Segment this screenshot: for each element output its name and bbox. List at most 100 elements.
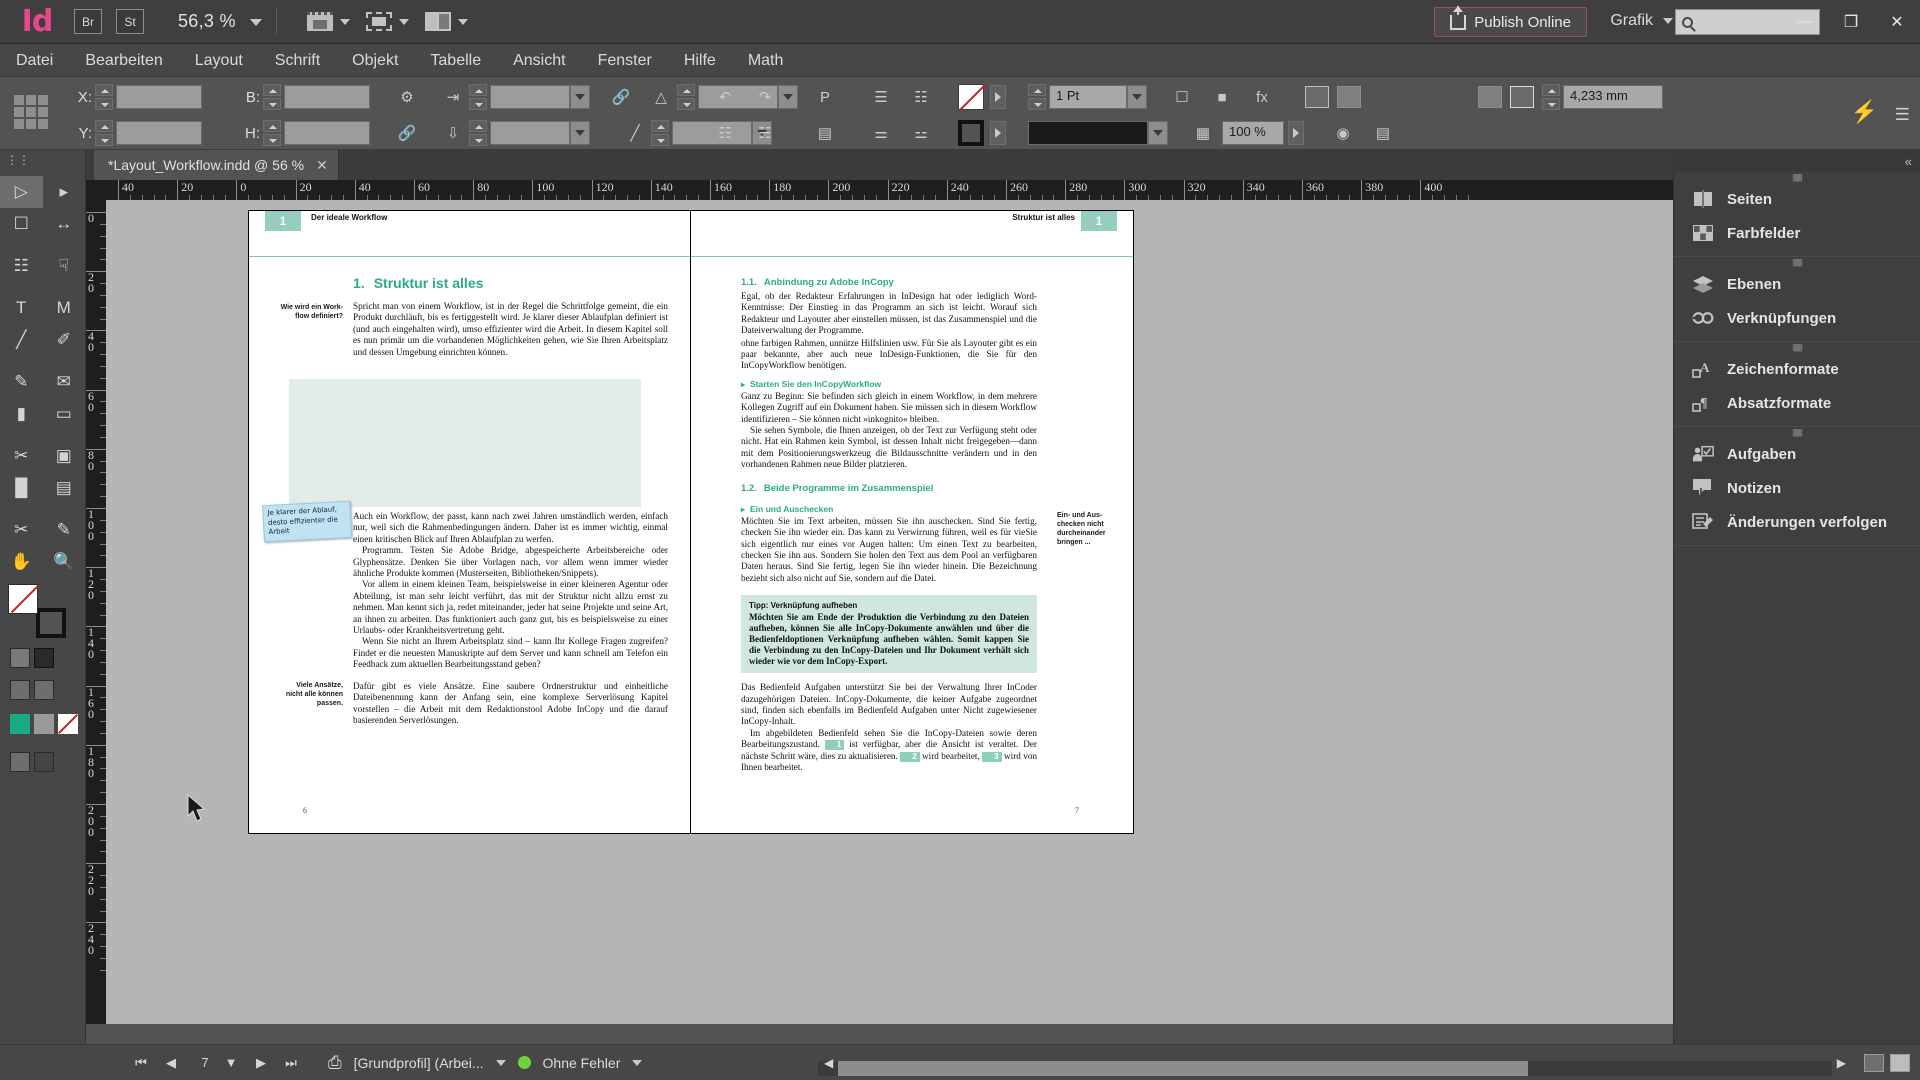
bridge-button[interactable]: Br [74, 9, 102, 34]
swap-fill-stroke-icon[interactable] [34, 680, 54, 700]
zoom-level-value[interactable]: 56,3 % [178, 11, 236, 32]
placed-image-frame[interactable] [289, 379, 641, 507]
preview-view-mode-icon[interactable] [34, 752, 54, 772]
gap-tool[interactable]: ↔ [43, 208, 86, 240]
selection-tool[interactable]: ▷ [0, 176, 43, 208]
distribute-horizontal-icon[interactable]: ⚍ [908, 120, 934, 146]
flip-horizontal-icon[interactable]: ⇥ [440, 84, 466, 110]
formatting-affects-container-icon[interactable] [10, 648, 30, 668]
preflight-profile-label[interactable]: [Grundprofil] (Arbei... [354, 1055, 484, 1071]
stroke-swatch-dropdown[interactable] [990, 85, 1006, 109]
dock-grip[interactable]: ||||||||| [1674, 427, 1920, 437]
horizontal-ruler[interactable]: 4020020406080100120140160180200220240260… [86, 180, 1673, 200]
flip-vertical-icon[interactable]: ⇩ [440, 120, 466, 146]
effects-icon[interactable]: fx [1249, 84, 1275, 110]
fill-color-swatch[interactable] [958, 120, 984, 146]
chain-link-icon[interactable]: 🔗 [394, 120, 420, 146]
normal-view-mode-icon[interactable] [10, 752, 30, 772]
rotate-dropdown[interactable] [570, 85, 590, 109]
link-icon[interactable]: 🔗 [608, 84, 634, 110]
zoom-tool[interactable]: 🔍 [43, 546, 86, 578]
sticky-note[interactable]: Je klarer der Ablauf, desto effizienter … [262, 501, 352, 542]
page-dropdown-icon[interactable]: ▼ [216, 1055, 246, 1070]
fill-swatch-dropdown[interactable] [990, 121, 1006, 145]
scroll-right-icon[interactable]: ▶ [1837, 1056, 1846, 1070]
drop-shadow-icon[interactable]: ■ [1209, 84, 1235, 110]
publish-online-button[interactable]: Publish Online [1434, 7, 1587, 37]
shear-angle-icon[interactable]: ╱ [622, 120, 648, 146]
last-page-icon[interactable]: ⏭ [276, 1055, 306, 1071]
type-tool[interactable]: T [0, 292, 43, 324]
align-bottom-icon[interactable]: ☵ [752, 120, 778, 146]
scale-x-field[interactable] [490, 121, 570, 145]
stroke-style-dropdown[interactable] [1148, 121, 1168, 145]
pen-tool[interactable]: ✐ [43, 324, 86, 356]
document-tab[interactable]: *Layout_Workflow.indd @ 56 % ✕ [94, 150, 339, 180]
chevron-down-icon[interactable] [496, 1060, 506, 1066]
scissors-tool[interactable]: ✂ [0, 440, 43, 472]
rotate-cw-icon[interactable]: ↷ [752, 84, 778, 110]
fill-swatch[interactable] [8, 584, 38, 614]
rotate-field[interactable] [490, 85, 570, 109]
rotate-ccw-icon[interactable]: ↶ [712, 84, 738, 110]
gradient-feather-tool[interactable]: ▤ [43, 472, 86, 504]
scale-y-stepper[interactable] [651, 120, 669, 146]
w-stepper[interactable] [263, 84, 281, 110]
default-fill-stroke-icon[interactable] [10, 680, 30, 700]
panel-ebenen[interactable]: Ebenen [1674, 267, 1920, 301]
y-stepper[interactable] [95, 120, 113, 146]
w-field[interactable] [284, 85, 370, 109]
shear-stepper[interactable] [677, 84, 695, 110]
h-stepper[interactable] [263, 120, 281, 146]
wrap-offset-stepper[interactable] [1542, 84, 1560, 110]
dock-grip[interactable]: ||||||||| [1674, 172, 1920, 182]
content-placer-tool[interactable]: ☟ [43, 250, 86, 282]
panel-aufgaben[interactable]: Aufgaben [1674, 437, 1920, 471]
page-tool[interactable]: ☐ [0, 208, 43, 240]
menu-item-ansicht[interactable]: Ansicht [497, 44, 581, 77]
panel-absatzformate[interactable]: ¶ Absatzformate [1674, 386, 1920, 420]
rotate-stepper[interactable] [469, 84, 487, 110]
opacity-dropdown[interactable] [1288, 121, 1304, 145]
menu-item-tabelle[interactable]: Tabelle [414, 44, 497, 77]
next-page-icon[interactable]: ▶ [246, 1055, 276, 1071]
fill-stroke-indicator[interactable] [8, 584, 70, 640]
wrap-offset-field[interactable]: 4,233 mm [1563, 85, 1663, 109]
preflight-icon[interactable]: ⎙ [328, 1053, 342, 1073]
hand-tool[interactable]: ✋ [0, 546, 43, 578]
reference-point-selector[interactable] [14, 95, 48, 129]
view-split-icon[interactable] [1864, 1054, 1884, 1072]
workspace-switcher[interactable]: Grafik [1610, 12, 1673, 30]
panel-farbfelder[interactable]: Farbfelder [1674, 216, 1920, 250]
corner-options-icon[interactable]: ☐ [1169, 84, 1195, 110]
menu-item-fenster[interactable]: Fenster [582, 44, 668, 77]
panel-aenderungen-verfolgen[interactable]: Änderungen verfolgen [1674, 505, 1920, 539]
apply-color-icon[interactable] [10, 714, 30, 734]
chevron-down-icon[interactable] [340, 19, 350, 25]
type-on-path-tool[interactable]: M [43, 292, 86, 324]
previous-page-icon[interactable]: ◀ [156, 1055, 186, 1071]
transparency-grid-icon[interactable]: ▦ [1190, 120, 1216, 146]
menu-item-objekt[interactable]: Objekt [336, 44, 414, 77]
stroke-style-field[interactable] [1028, 121, 1148, 145]
align-left-icon[interactable] [1305, 86, 1329, 108]
stroke-swatch[interactable] [36, 608, 66, 638]
gradient-swatch-tool[interactable]: █ [0, 472, 43, 504]
close-icon[interactable]: ✕ [316, 157, 328, 174]
align-top-icon[interactable]: ☷ [712, 120, 738, 146]
color-theme-tool[interactable]: ✎ [43, 514, 86, 546]
horizontal-scroll-thumb[interactable] [838, 1061, 1528, 1076]
minimize-button[interactable]: — [1782, 0, 1828, 44]
text-wrap-bounding-icon[interactable] [1510, 86, 1534, 108]
document-canvas[interactable]: 1 Der ideale Workflow 1.Struktur ist all… [106, 200, 1673, 1024]
content-collector-tool[interactable]: ☷ [0, 250, 43, 282]
dock-collapse-button[interactable]: « [1674, 150, 1920, 172]
opacity-field[interactable]: 100 % [1222, 121, 1284, 145]
chevron-down-icon[interactable] [632, 1060, 642, 1066]
stroke-weight-dropdown[interactable] [1127, 85, 1147, 109]
text-wrap-none-icon[interactable] [1478, 86, 1502, 108]
right-page[interactable]: 1 Struktur ist alles 1.1.Anbindung zu Ad… [691, 210, 1134, 834]
vertical-align-icon[interactable]: ▤ [1370, 120, 1396, 146]
menu-item-layout[interactable]: Layout [179, 44, 259, 77]
first-page-icon[interactable]: ⏮ [126, 1055, 156, 1071]
